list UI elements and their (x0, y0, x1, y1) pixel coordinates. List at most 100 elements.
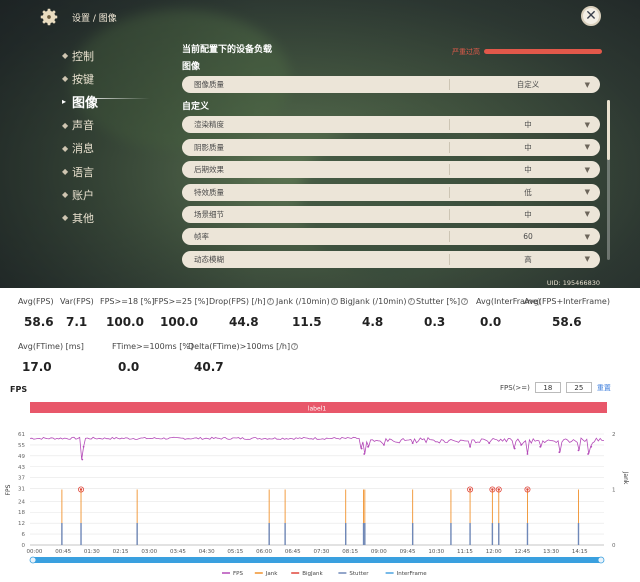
legend-label: Jank (265, 571, 278, 577)
stat-label: Stutter [%]? (416, 297, 469, 306)
device-load-status: 严重过高 (452, 48, 480, 56)
nav-item[interactable]: ◆ 语言 (62, 160, 98, 183)
stat-label-text: FTime>=100ms [%] (112, 342, 194, 351)
setting-row[interactable]: 渲染精度 中 ▼ (182, 116, 600, 134)
chevron-down-icon: ▼ (584, 120, 590, 129)
settings-scrollbar[interactable] (607, 100, 610, 260)
nav-item-label: 控制 (72, 49, 94, 63)
y-tick-label: 55 (18, 443, 25, 449)
y-tick-label: 0 (22, 543, 26, 549)
bigjank-marker-center (468, 488, 472, 491)
y-tick-label: 43 (18, 465, 25, 471)
divider (449, 186, 450, 198)
stat-label: Avg(FPS+InterFrame) (524, 297, 610, 306)
setting-label: 阴影质量 (194, 142, 224, 152)
scrollbar-handle-right (597, 556, 605, 564)
setting-row-image-quality[interactable]: 图像质量 自定义 ▼ (182, 76, 600, 93)
section-image-title: 图像 (182, 62, 201, 72)
bigjank-marker-center (491, 488, 494, 491)
help-icon[interactable]: ? (291, 343, 299, 350)
setting-label: 后期效果 (194, 165, 224, 175)
help-icon[interactable]: ? (407, 298, 415, 305)
stat-value: 58.6 (552, 315, 582, 329)
setting-row[interactable]: 动态模糊 高 ▼ (182, 250, 600, 268)
x-tick-label: 03:00 (141, 549, 157, 555)
diamond-icon: ▸ (62, 97, 67, 107)
scrollbar-thumb[interactable] (607, 100, 610, 160)
nav-item[interactable]: ◆ 声音 (62, 114, 98, 137)
nav-item[interactable]: ▸ 图像 (62, 90, 98, 113)
breadcrumb: 设置 / 图像 (72, 14, 117, 24)
stat-item: Jank (/10min)? 11.5 (276, 297, 338, 329)
y-axis-label: FPS (5, 484, 12, 495)
stat-value: 44.8 (229, 315, 259, 329)
reset-button[interactable]: 重置 (597, 383, 611, 393)
stat-value: 0.0 (118, 360, 140, 374)
divider (449, 79, 450, 90)
close-icon: ✕ (585, 8, 597, 24)
nav-item-label: 其他 (72, 211, 94, 225)
setting-label: 帧率 (194, 232, 209, 242)
setting-row[interactable]: 后期效果 中 ▼ (182, 161, 600, 179)
stat-value: 40.7 (194, 360, 224, 374)
setting-label: 场景细节 (194, 209, 224, 219)
settings-panel: 当前配置下的设备负载 严重过高 图像 图像质量 自定义 ▼ 自定义 渲染精度中 ▼… (182, 42, 606, 273)
setting-value: 中 (524, 165, 532, 175)
nav-item[interactable]: ◆ 其他 (62, 206, 98, 229)
setting-label: 特效质量 (194, 187, 224, 197)
nav-item[interactable]: ◆ 消息 (62, 137, 98, 160)
nav-item[interactable]: ◆ 账户 (62, 183, 98, 206)
setting-value: 60 (523, 232, 533, 242)
help-icon[interactable]: ? (266, 298, 274, 305)
help-icon[interactable]: ? (461, 298, 469, 305)
stat-label-text: FPS>=18 [%] (100, 297, 155, 306)
setting-row[interactable]: 场景细节 中 ▼ (182, 205, 600, 223)
nav-item[interactable]: ◆ 按键 (62, 67, 98, 90)
label-band-text: label1 (308, 406, 327, 413)
stat-label: BigJank (/10min)? (340, 297, 415, 306)
x-tick-label: 13:30 (543, 549, 559, 555)
nav-item[interactable]: ◆ 控制 (62, 44, 98, 67)
setting-value: 中 (524, 209, 532, 219)
fps-dip-point (81, 458, 84, 461)
legend-label: InterFrame (397, 571, 428, 577)
setting-row[interactable]: 阴影质量 中 ▼ (182, 138, 600, 156)
x-tick-label: 09:45 (400, 549, 416, 555)
x-tick-label: 12:45 (514, 549, 530, 555)
stat-label-text: Avg(FPS+InterFrame) (524, 297, 610, 306)
fps-dip-point (488, 442, 491, 444)
fps-threshold-controls: FPS(>=) 重置 (500, 382, 611, 393)
setting-row[interactable]: 帧率 60 ▼ (182, 228, 600, 246)
setting-value: 低 (524, 187, 532, 197)
chevron-down-icon: ▼ (584, 80, 590, 89)
setting-row[interactable]: 特效质量 低 ▼ (182, 183, 600, 201)
diamond-icon: ◆ (62, 143, 69, 153)
stat-value: 0.3 (424, 315, 446, 329)
diamond-icon: ◆ (62, 213, 69, 223)
threshold-input-1[interactable] (534, 382, 561, 393)
x-tick-label: 03:45 (170, 549, 186, 555)
close-button[interactable]: ✕ (581, 6, 601, 26)
x-tick-label: 09:00 (371, 549, 387, 555)
threshold-input-2[interactable] (565, 382, 592, 393)
stat-label-text: Avg(FPS) (18, 297, 54, 306)
y-tick-label: 31 (18, 487, 25, 493)
help-icon[interactable]: ? (330, 298, 338, 305)
y2-tick-label: 0 (612, 543, 616, 549)
y-tick-label: 24 (18, 499, 25, 505)
y2-tick-label: 1 (612, 488, 616, 494)
fps-dip-point (367, 445, 369, 448)
settings-nav: ◆ 控制 ◆ 按键 ▸ 图像 ◆ 声音 ◆ 消息 ◆ 语言 ◆ 账户 ◆ 其他 (62, 44, 98, 230)
divider (449, 164, 450, 176)
setting-value: 自定义 (516, 80, 540, 89)
x-tick-label: 11:15 (457, 549, 473, 555)
x-tick-label: 04:30 (199, 549, 215, 555)
chart-title: FPS (10, 385, 28, 394)
setting-value: 中 (524, 120, 532, 130)
stat-label: Jank (/10min)? (276, 297, 338, 306)
x-tick-label: 10:30 (428, 549, 444, 555)
fps-series-line (29, 436, 604, 460)
chevron-down-icon: ▼ (584, 232, 590, 241)
y-tick-label: 61 (18, 432, 25, 438)
x-tick-label: 05:15 (227, 549, 243, 555)
